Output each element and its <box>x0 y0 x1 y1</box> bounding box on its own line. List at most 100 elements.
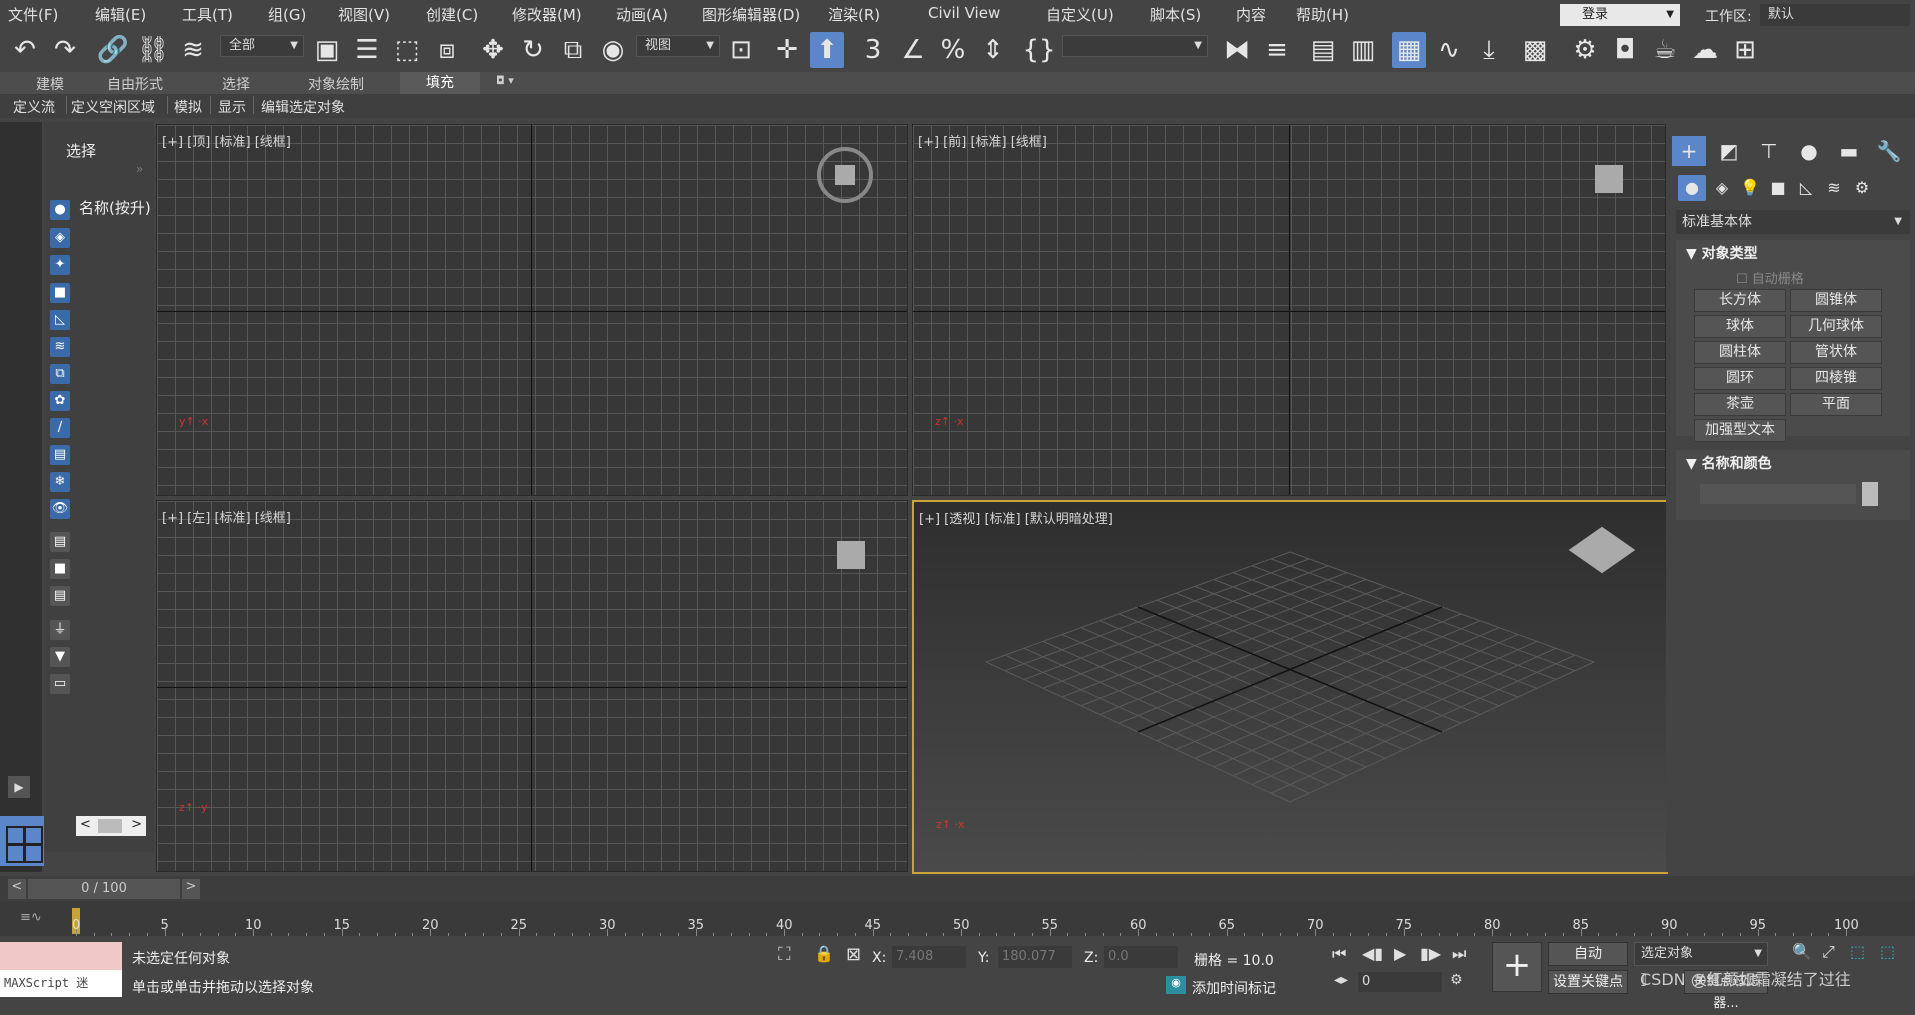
select-manipulate-icon[interactable]: ✛ <box>770 32 804 68</box>
scroll-right-icon[interactable]: > <box>131 817 142 832</box>
scroll-left-icon[interactable]: < <box>80 817 91 832</box>
zoom-extents-icon[interactable]: ⬚ <box>1850 942 1865 961</box>
tab-populate[interactable]: 填充 <box>400 72 480 94</box>
camera-filter-icon[interactable]: ■ <box>50 283 70 303</box>
menu-item[interactable]: 动画(A) <box>616 4 668 25</box>
window-crossing-icon[interactable]: ⧈ <box>430 32 464 68</box>
select-object-icon[interactable]: ▣ <box>310 32 344 68</box>
create-tab-icon[interactable]: + <box>1672 136 1706 166</box>
menu-item[interactable]: 脚本(S) <box>1150 4 1201 25</box>
sphere-filter-icon[interactable]: ● <box>50 200 70 220</box>
mirror-icon[interactable]: ⧓ <box>1220 32 1254 68</box>
next-frame-icon[interactable]: ▮▶ <box>1420 944 1441 963</box>
time-tag-icon[interactable]: ◉ <box>1166 976 1186 994</box>
display-button[interactable]: 显示 <box>218 97 246 117</box>
utilities-tab-icon[interactable]: 🔧 <box>1872 136 1906 166</box>
spinner-snap-icon[interactable]: ⇕ <box>976 32 1010 68</box>
display-children-icon[interactable]: ▤ <box>50 532 70 552</box>
viewcube-icon[interactable] <box>817 147 873 203</box>
menu-item[interactable]: 文件(F) <box>8 4 58 25</box>
viewport-top[interactable]: [+] [顶] [标准] [线框] y↑ ·x <box>156 124 908 496</box>
tab-object-paint[interactable]: 对象绘制 <box>308 74 364 94</box>
menu-item[interactable]: 工具(T) <box>182 4 233 25</box>
viewcube-icon[interactable] <box>1595 165 1623 193</box>
groups-filter-icon[interactable]: ⧉ <box>50 364 70 384</box>
display-references-icon[interactable]: ■ <box>50 559 70 579</box>
torus-button[interactable]: 圆环 <box>1694 367 1786 390</box>
filter-options-icon[interactable]: ⏚ <box>50 620 70 640</box>
ribbon-toggle-icon[interactable]: ▦ <box>1392 32 1426 68</box>
previous-frame-icon[interactable]: ◀▮ <box>1362 944 1383 963</box>
zoom-all-icon[interactable]: ⤢ <box>1822 942 1835 962</box>
menu-item[interactable]: 内容 <box>1236 4 1266 25</box>
rendered-frame-icon[interactable]: ◘ <box>1608 32 1642 68</box>
go-to-start-icon[interactable]: ⏮ <box>1332 944 1346 964</box>
spacewarps-filter-icon[interactable]: ≋ <box>50 337 70 357</box>
viewport-label[interactable]: [+] [前] [标准] [线框] <box>918 131 1047 150</box>
helpers-filter-icon[interactable]: ◺ <box>50 310 70 330</box>
bones-filter-icon[interactable]: / <box>50 418 70 438</box>
systems-icon[interactable]: ⚙ <box>1848 175 1876 201</box>
name-color-title[interactable]: ▼ 名称和颜色 <box>1686 453 1772 473</box>
move-icon[interactable]: ✥ <box>476 32 510 68</box>
isolate-selection-icon[interactable]: ⛶ <box>778 944 791 965</box>
plane-button[interactable]: 平面 <box>1790 393 1882 416</box>
menu-item[interactable]: 编辑(E) <box>95 4 146 25</box>
next-frame-icon[interactable]: > <box>182 879 200 899</box>
tab-selection[interactable]: 选择 <box>222 74 250 94</box>
autogrid-checkbox[interactable]: ☐ 自动栅格 <box>1736 268 1804 287</box>
time-config-icon[interactable]: ⚙ <box>1450 972 1463 988</box>
scene-explorer-icon[interactable]: ▥ <box>1346 32 1380 68</box>
menu-item[interactable]: 修改器(M) <box>512 4 582 25</box>
named-selection-dropdown[interactable]: ▼ <box>1062 35 1208 57</box>
cameras-icon[interactable]: ■ <box>1764 175 1792 201</box>
selection-filter-dropdown[interactable]: 全部 ▼ <box>220 35 304 57</box>
selected-objects-dropdown[interactable]: 选定对象 ▼ <box>1634 942 1768 966</box>
menu-item[interactable]: 帮助(H) <box>1296 4 1349 25</box>
lights-filter-icon[interactable]: ✦ <box>50 255 70 275</box>
cylinder-button[interactable]: 圆柱体 <box>1694 341 1786 364</box>
material-editor-icon[interactable]: ▩ <box>1518 32 1552 68</box>
keyboard-shortcut-toggle-icon[interactable]: ⬆ <box>810 32 844 68</box>
menu-item[interactable]: 视图(V) <box>338 4 390 25</box>
z-coordinate-field[interactable]: 0.0 <box>1104 946 1178 968</box>
scale-icon[interactable]: ⧉ <box>556 32 590 68</box>
motion-tab-icon[interactable]: ● <box>1792 136 1826 166</box>
schematic-view-icon[interactable]: ⤓ <box>1472 32 1506 68</box>
expand-arrow-icon[interactable]: ▶ <box>8 776 30 798</box>
display-tab-icon[interactable]: ▬ <box>1832 136 1866 166</box>
viewport-label[interactable]: [+] [透视] [标准] [默认明暗处理] <box>919 508 1113 527</box>
auto-key-button[interactable]: 自动 <box>1548 942 1628 966</box>
ribbon-options-icon[interactable]: ◘ ▾ <box>496 74 514 87</box>
folder-icon[interactable]: ▭ <box>50 674 70 694</box>
funnel-icon[interactable]: ▼ <box>50 647 70 667</box>
xrefs-filter-icon[interactable]: ✿ <box>50 391 70 411</box>
menu-item[interactable]: 组(G) <box>268 4 306 25</box>
viewport-layouts-icon[interactable] <box>0 816 44 866</box>
define-idle-areas-button[interactable]: 定义空闲区域 <box>71 97 155 117</box>
shapes-icon[interactable]: ◈ <box>1708 175 1736 201</box>
containers-filter-icon[interactable]: ▤ <box>50 445 70 465</box>
link-icon[interactable]: 🔗 <box>96 32 130 68</box>
align-icon[interactable]: ≡ <box>1260 32 1294 68</box>
geosphere-button[interactable]: 几何球体 <box>1790 315 1882 338</box>
viewcube-icon[interactable] <box>837 541 865 569</box>
menu-item[interactable]: 图形编辑器(D) <box>702 4 800 25</box>
zoom-icon[interactable]: 🔍 <box>1792 942 1812 961</box>
spacewarps-icon[interactable]: ≋ <box>1820 175 1848 201</box>
ref-coord-dropdown[interactable]: 视图 ▼ <box>636 35 720 57</box>
place-icon[interactable]: ◉ <box>596 32 630 68</box>
viewport-label[interactable]: [+] [顶] [标准] [线框] <box>162 131 291 150</box>
x-coordinate-field[interactable]: 7.408 <box>892 946 966 968</box>
modify-tab-icon[interactable]: ◩ <box>1712 136 1746 166</box>
set-key-button[interactable]: 设置关键点 <box>1548 970 1628 994</box>
tab-modeling[interactable]: 建模 <box>36 74 64 94</box>
menu-item[interactable]: 自定义(U) <box>1046 4 1114 25</box>
curve-editor-icon[interactable]: ∿ <box>1432 32 1466 68</box>
zoom-extents-all-icon[interactable]: ⬚ <box>1880 942 1895 961</box>
display-dependents-icon[interactable]: ▤ <box>50 586 70 606</box>
expand-chevron-icon[interactable]: » <box>136 162 143 176</box>
hidden-filter-icon[interactable]: 👁 <box>50 499 70 519</box>
lights-icon[interactable]: 💡 <box>1736 175 1764 201</box>
object-name-field[interactable] <box>1700 484 1856 504</box>
